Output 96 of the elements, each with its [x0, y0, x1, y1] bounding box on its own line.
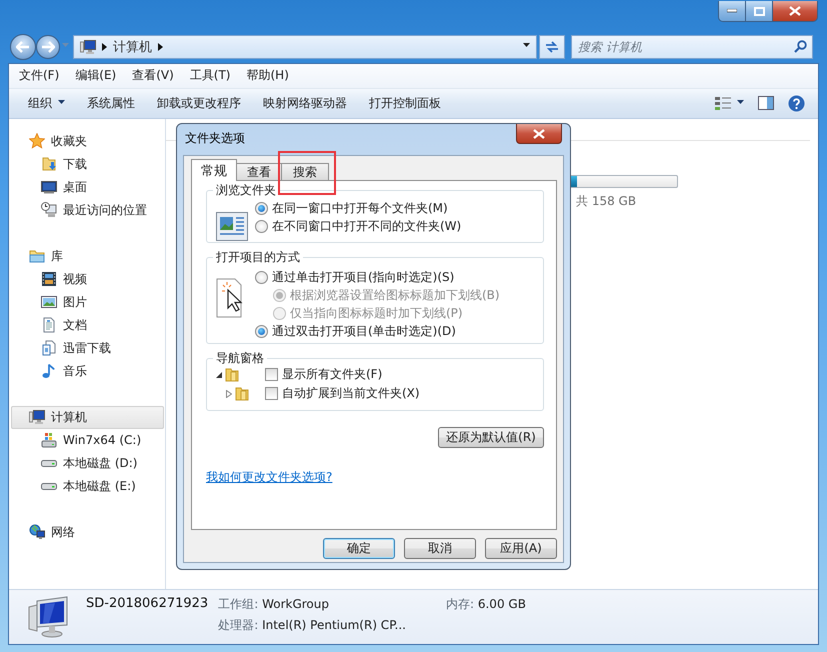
nav-item[interactable]: 图片	[11, 290, 164, 314]
nav-item[interactable]: 库	[11, 244, 164, 268]
computer-icon	[80, 38, 96, 54]
search-field[interactable]: 搜索 计算机	[571, 34, 813, 58]
radio-option[interactable]: 在不同窗口中打开不同的文件夹(W)	[255, 217, 543, 235]
refresh-icon	[544, 40, 560, 54]
view-list-icon	[715, 96, 731, 110]
dialog-title: 文件夹选项	[185, 130, 246, 147]
radio-option[interactable]: 通过单击打开项目(指向时选定)(S)	[255, 268, 543, 286]
group-title: 浏览文件夹	[215, 183, 277, 197]
toolbar-button[interactable]: 系统属性	[76, 91, 146, 116]
menu-item[interactable]: 编辑(E)	[67, 67, 124, 84]
toolbar-button[interactable]: 组织	[17, 91, 76, 116]
forward-button[interactable]	[36, 34, 60, 58]
back-arrow-icon	[16, 40, 30, 52]
toolbar-button[interactable]: 卸载或更改程序	[146, 91, 252, 116]
breadcrumb[interactable]: 计算机	[113, 38, 152, 56]
close-button[interactable]	[773, 1, 817, 21]
tab[interactable]: 常规	[191, 159, 237, 181]
nav-item[interactable]: 网络	[11, 520, 164, 544]
back-button[interactable]	[10, 34, 36, 60]
menu-item[interactable]: 查看(V)	[124, 67, 182, 84]
status-field: 处理器: Intel(R) Pentium(R) CP...	[218, 617, 406, 634]
clock-computer-icon	[41, 202, 57, 218]
radio-button[interactable]	[255, 270, 268, 284]
help-icon	[788, 94, 805, 112]
network-icon	[29, 524, 45, 540]
cursor-document-icon	[216, 278, 244, 318]
pane-icon	[758, 96, 774, 110]
image-icon	[41, 294, 57, 310]
maximize-button[interactable]	[746, 1, 773, 21]
close-button[interactable]	[516, 124, 562, 144]
nav-item[interactable]: 桌面	[11, 176, 164, 199]
chevron-icon	[158, 42, 163, 50]
maximize-icon	[754, 6, 764, 16]
monitor-icon	[41, 179, 57, 196]
expand-arrow-icon	[226, 390, 232, 398]
minimize-button[interactable]	[719, 1, 746, 21]
minimize-icon	[727, 9, 737, 13]
checkbox-option[interactable]: 显示所有文件夹(F)	[265, 366, 382, 384]
restore-defaults-button[interactable]: 还原为默认值(R)	[438, 427, 544, 448]
forward-arrow-icon	[41, 40, 55, 52]
nav-item[interactable]: 文档	[11, 314, 164, 337]
status-field: 内存: 6.00 GB	[446, 596, 526, 614]
collapse-arrow-icon	[216, 372, 222, 378]
checkbox-option[interactable]: 自动扩展到当前文件夹(X)	[265, 384, 420, 402]
close-icon	[533, 128, 545, 138]
nav-item[interactable]: 最近访问的位置	[11, 198, 164, 222]
nav-item[interactable]: 收藏夹	[11, 130, 164, 153]
checkbox[interactable]	[265, 387, 278, 400]
nav-item[interactable]: 迅雷下载	[11, 336, 164, 360]
radio-option[interactable]: 通过双击打开项目(单击时选定)(D)	[255, 322, 543, 340]
nav-item[interactable]: 本地磁盘 (E:)	[11, 474, 164, 498]
status-field: 工作组: WorkGroup	[218, 596, 406, 614]
computer-name: SD-201806271923	[86, 596, 208, 612]
music-note-icon	[41, 363, 57, 380]
toolbar-button[interactable]: 映射网络驱动器	[252, 91, 358, 116]
refresh-button[interactable]	[539, 34, 565, 58]
nav-item[interactable]: 视频	[11, 268, 164, 291]
folder-icon	[225, 367, 239, 382]
tab[interactable]: 搜索	[281, 163, 329, 181]
chevron-icon	[102, 42, 107, 50]
toolbar-button[interactable]: 打开控制面板	[358, 91, 452, 116]
nav-item[interactable]: 音乐	[11, 360, 164, 383]
star-icon	[29, 133, 45, 150]
menu-item[interactable]: 文件(F)	[11, 67, 68, 84]
film-icon	[41, 271, 57, 288]
dialog-button[interactable]: 取消	[404, 538, 476, 559]
checkbox[interactable]	[265, 368, 278, 381]
nav-item[interactable]: 本地磁盘 (D:)	[11, 452, 164, 475]
help-link[interactable]: 我如何更改文件夹选项?	[206, 469, 332, 486]
address-bar[interactable]: 计算机	[73, 34, 537, 58]
folder-icon	[29, 248, 45, 264]
radio-button[interactable]	[255, 202, 268, 214]
window-icon	[216, 212, 248, 241]
folder-icon	[235, 386, 249, 401]
radio-button[interactable]	[255, 324, 268, 338]
radio-option[interactable]: 在同一窗口中打开每个文件夹(M)	[255, 199, 543, 217]
search-icon	[794, 40, 807, 52]
document-icon	[41, 317, 57, 334]
folder-arrow-icon	[41, 156, 57, 172]
menu-item[interactable]: 工具(T)	[182, 67, 238, 84]
nav-item[interactable]: 下载	[11, 152, 164, 176]
nav-item[interactable]: 计算机	[11, 406, 164, 429]
dialog-button[interactable]: 应用(A)	[485, 538, 557, 559]
dialog-button[interactable]: 确定	[323, 538, 395, 559]
group-title: 导航窗格	[215, 351, 265, 365]
computer-icon	[29, 409, 45, 426]
menu-item[interactable]: 帮助(H)	[238, 67, 297, 84]
drive-size-text: 共 158 GB	[576, 192, 636, 210]
windows-drive-icon	[41, 432, 57, 448]
close-icon	[789, 6, 801, 16]
group-title: 打开项目的方式	[215, 250, 301, 264]
nav-item[interactable]: Win7x64 (C:)	[11, 428, 164, 452]
radio-button[interactable]	[255, 220, 268, 232]
document-copy-icon	[41, 340, 57, 356]
